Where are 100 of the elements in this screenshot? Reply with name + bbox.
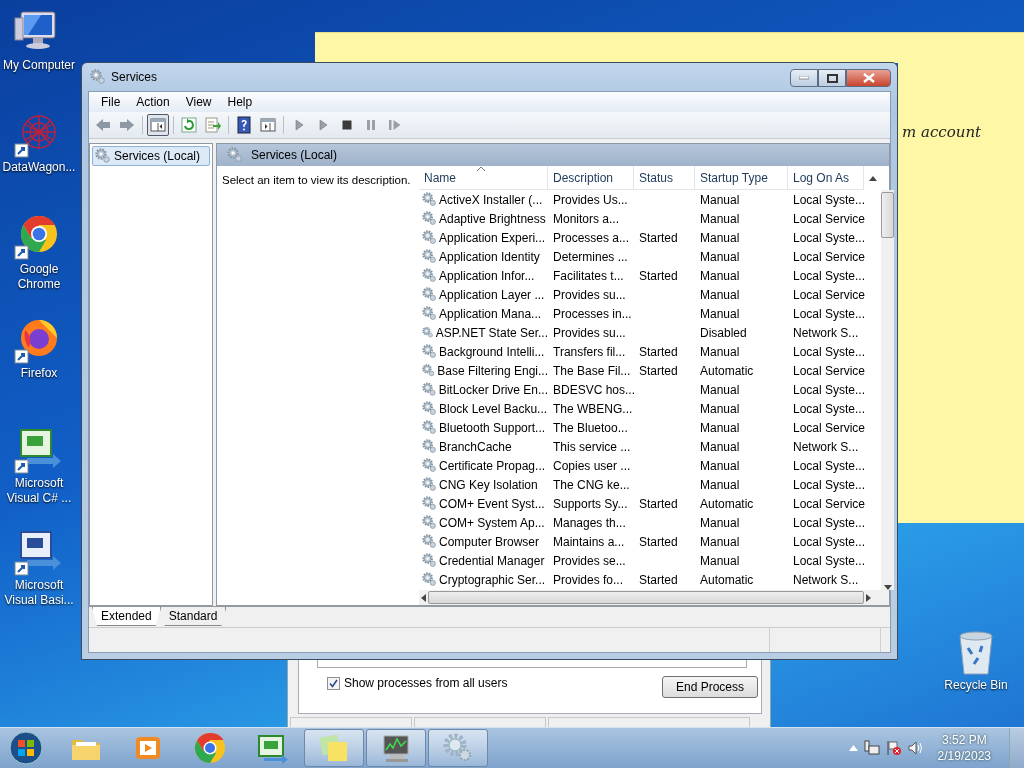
table-cell: Application Infor... bbox=[439, 268, 535, 283]
table-cell: Local Service bbox=[793, 249, 866, 264]
table-cell: Manual bbox=[700, 306, 740, 321]
start-button[interactable] bbox=[6, 730, 46, 766]
pane-title: Services (Local) bbox=[251, 148, 338, 162]
table-cell: Manual bbox=[700, 230, 740, 245]
help-icon bbox=[235, 116, 253, 134]
table-cell: Local Syste... bbox=[793, 553, 866, 568]
table-cell: Manual bbox=[700, 211, 740, 226]
flag-icon[interactable] bbox=[885, 740, 902, 756]
table-cell: Adaptive Brightness bbox=[439, 211, 546, 226]
table-cell: Provides se... bbox=[553, 553, 626, 568]
table-cell: Provides Us... bbox=[553, 192, 628, 207]
table-cell: Manual bbox=[700, 439, 740, 454]
scrollbar-thumb[interactable] bbox=[428, 591, 864, 604]
menu-item[interactable]: Action bbox=[128, 93, 178, 111]
table-cell: Manages th... bbox=[553, 515, 626, 530]
export-button[interactable] bbox=[202, 114, 224, 136]
tab[interactable]: Extended bbox=[92, 607, 161, 626]
clock-time: 3:52 PM bbox=[941, 732, 987, 748]
column-header[interactable]: Status bbox=[634, 166, 695, 190]
table-cell: Manual bbox=[700, 458, 740, 473]
checkbox[interactable] bbox=[327, 676, 340, 690]
minimize-button[interactable] bbox=[790, 69, 818, 87]
table-cell: Local Service bbox=[793, 287, 866, 302]
table-cell: Manual bbox=[700, 477, 740, 492]
close-button[interactable] bbox=[846, 69, 891, 87]
table-cell: ActiveX Installer (... bbox=[439, 192, 543, 207]
tree-icon bbox=[149, 116, 167, 134]
gear-icon bbox=[422, 515, 437, 530]
gear-icon bbox=[422, 572, 437, 587]
sticky-note[interactable]: m account bbox=[898, 32, 1024, 523]
table-cell: BitLocker Drive En... bbox=[438, 382, 548, 397]
table-cell: Manual bbox=[700, 268, 740, 283]
network-icon[interactable] bbox=[863, 740, 880, 756]
scrollbar-thumb[interactable] bbox=[881, 192, 894, 238]
table-cell: Disabled bbox=[700, 325, 747, 340]
gear-icon bbox=[422, 477, 437, 492]
table-cell: Manual bbox=[700, 401, 740, 416]
taskbar-button[interactable] bbox=[366, 729, 426, 767]
table-cell: Supports Sy... bbox=[553, 496, 628, 511]
column-header[interactable]: Log On As bbox=[788, 166, 864, 190]
export-icon bbox=[204, 116, 222, 134]
recycle-bin-icon[interactable] bbox=[956, 630, 996, 676]
column-header[interactable]: Startup Type bbox=[695, 166, 788, 190]
end-process-button[interactable]: End Process bbox=[662, 676, 758, 698]
table-cell: Local Syste... bbox=[793, 477, 866, 492]
table-cell: The WBENG... bbox=[553, 401, 633, 416]
gear-icon bbox=[422, 401, 437, 416]
gear-icon bbox=[422, 344, 437, 359]
table-cell: Manual bbox=[700, 344, 740, 359]
maximize-button[interactable] bbox=[818, 69, 846, 87]
table-cell: Facilitates t... bbox=[553, 268, 624, 283]
table-cell: Application Experi... bbox=[439, 230, 546, 245]
scroll-right-icon[interactable] bbox=[866, 593, 871, 602]
table-cell: The CNG ke... bbox=[553, 477, 630, 492]
table-cell: COM+ Event Syst... bbox=[439, 496, 545, 511]
scroll-down-icon[interactable] bbox=[883, 585, 892, 590]
gear-icon bbox=[422, 211, 437, 226]
table-cell: Certificate Propag... bbox=[439, 458, 546, 473]
table-cell: Local Syste... bbox=[793, 344, 866, 359]
tree-item[interactable]: Services (Local) bbox=[92, 146, 210, 166]
column-header[interactable]: Description bbox=[548, 166, 634, 190]
menu-item[interactable]: File bbox=[93, 93, 129, 111]
gear-icon bbox=[422, 382, 437, 397]
table-cell: ASP.NET State Ser... bbox=[435, 325, 548, 340]
menu-item[interactable]: Help bbox=[219, 93, 261, 111]
table-cell: Local Syste... bbox=[793, 458, 866, 473]
column-header[interactable]: Name bbox=[419, 166, 548, 190]
table-cell: The Bluetoo... bbox=[553, 420, 628, 435]
table-cell: Manual bbox=[700, 420, 740, 435]
gear-icon bbox=[227, 147, 243, 163]
scroll-up-icon[interactable] bbox=[868, 175, 877, 181]
table-cell: BDESVC hos... bbox=[553, 382, 636, 397]
taskbar-button[interactable] bbox=[304, 729, 364, 767]
table-cell: Local Syste... bbox=[793, 306, 866, 321]
icon-label: Microsoft Visual C# ... bbox=[5, 476, 73, 506]
table-cell: Local Syste... bbox=[793, 382, 866, 397]
tree-button[interactable] bbox=[147, 114, 169, 136]
table-cell: Manual bbox=[700, 249, 740, 264]
icon-label: Google Chrome bbox=[16, 262, 62, 292]
gear-icon bbox=[95, 148, 111, 164]
table-cell: Local Service bbox=[793, 211, 866, 226]
table-cell: Started bbox=[639, 534, 678, 549]
table-cell: Manual bbox=[700, 534, 740, 549]
volume-icon[interactable] bbox=[907, 740, 924, 756]
taskbar-button[interactable] bbox=[428, 729, 488, 767]
table-cell: Local Service bbox=[793, 420, 866, 435]
table-cell: Local Syste... bbox=[793, 401, 866, 416]
refresh-button[interactable] bbox=[178, 114, 200, 136]
table-cell: Application Layer ... bbox=[439, 287, 545, 302]
table-cell: Maintains a... bbox=[553, 534, 625, 549]
gear-icon bbox=[422, 439, 437, 454]
menu-item[interactable]: View bbox=[177, 93, 220, 111]
table-cell: Base Filtering Engi... bbox=[437, 363, 548, 378]
table-cell: Network S... bbox=[793, 572, 859, 587]
chrome-icon bbox=[192, 730, 228, 766]
tab[interactable]: Standard bbox=[159, 607, 227, 626]
icon-label: DataWagon... bbox=[2, 160, 76, 175]
scroll-left-icon[interactable] bbox=[421, 593, 426, 602]
